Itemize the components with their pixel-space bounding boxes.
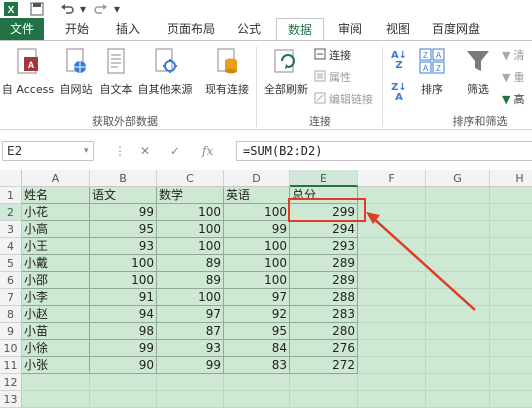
annotation-arrow (366, 212, 476, 311)
